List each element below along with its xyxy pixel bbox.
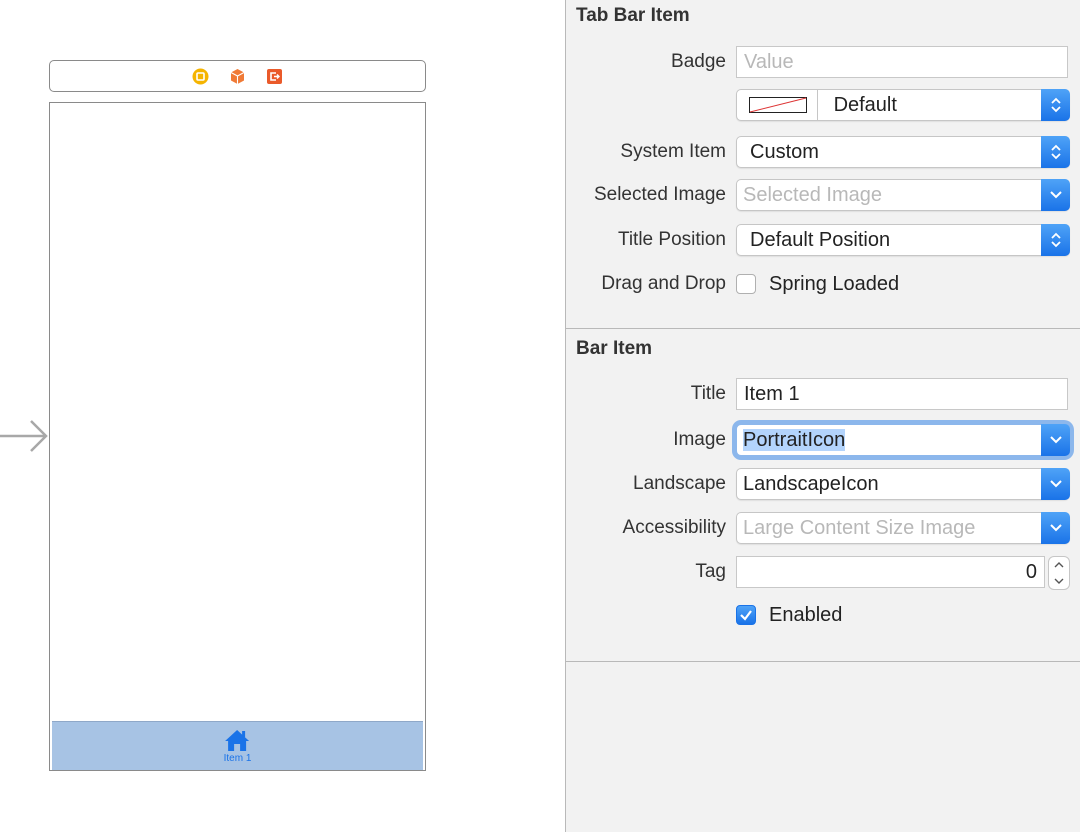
selected-image-row: Selected Image Selected Image [566, 179, 1080, 211]
title-position-row: Title Position Default Position [566, 224, 1080, 256]
tab-bar-item-label: Item 1 [223, 753, 252, 764]
tag-field[interactable]: 0 [736, 556, 1045, 588]
title-field[interactable]: Item 1 [736, 378, 1068, 410]
badge-color-value: Default [833, 94, 897, 116]
up-down-chevron-icon [1041, 136, 1070, 168]
system-item-popup[interactable]: Custom [736, 136, 1070, 168]
image-label: Image [673, 429, 726, 450]
view-controller-icon[interactable] [192, 68, 209, 85]
selected-image-placeholder: Selected Image [743, 184, 882, 206]
exit-icon[interactable] [266, 68, 283, 85]
scene-dock [49, 60, 426, 92]
title-row: Title Item 1 [566, 378, 1080, 410]
checkmark-icon [740, 610, 752, 621]
tab-bar-item[interactable]: Item 1 [223, 728, 252, 764]
accessibility-combo[interactable]: Large Content Size Image [736, 512, 1070, 544]
tag-label: Tag [695, 561, 726, 582]
title-position-popup[interactable]: Default Position [736, 224, 1070, 256]
initial-scene-arrow-icon [0, 420, 48, 452]
landscape-label: Landscape [633, 473, 726, 494]
landscape-row: Landscape LandscapeIcon [566, 468, 1080, 500]
view-controller-frame[interactable]: Item 1 [49, 102, 426, 771]
accessibility-label: Accessibility [622, 517, 726, 538]
tab-bar-item-section: Tab Bar Item Badge Value Default System … [566, 0, 1080, 329]
badge-field[interactable]: Value [736, 46, 1068, 78]
title-position-label: Title Position [617, 229, 726, 250]
enabled-row: Enabled [566, 599, 1080, 631]
badge-color-row: Default [566, 89, 1080, 121]
system-item-row: System Item Custom [566, 136, 1080, 168]
up-down-chevron-icon [1041, 89, 1070, 121]
accessibility-row: Accessibility Large Content Size Image [566, 512, 1080, 544]
spring-loaded-checkbox[interactable] [736, 274, 756, 294]
no-color-swatch-icon [749, 97, 807, 113]
chevron-down-icon[interactable] [1041, 468, 1070, 500]
bar-item-section: Bar Item Title Item 1 Image PortraitIcon… [566, 329, 1080, 662]
badge-color-popup[interactable]: Default [736, 89, 1070, 121]
section-header-bar-item: Bar Item [576, 338, 653, 359]
tab-bar[interactable]: Item 1 [52, 721, 423, 770]
landscape-value: LandscapeIcon [743, 473, 879, 495]
drag-and-drop-label: Drag and Drop [601, 273, 726, 294]
home-icon [225, 730, 250, 751]
tag-row: Tag 0 [566, 556, 1080, 590]
chevron-down-icon[interactable] [1041, 512, 1070, 544]
image-row: Image PortraitIcon [566, 424, 1080, 456]
accessibility-placeholder: Large Content Size Image [743, 517, 976, 539]
enabled-label[interactable]: Enabled [769, 599, 842, 631]
enabled-checkbox[interactable] [736, 605, 756, 625]
drag-and-drop-row: Drag and Drop Spring Loaded [566, 268, 1080, 300]
badge-row: Badge Value [566, 46, 1080, 78]
selected-image-label: Selected Image [593, 184, 726, 205]
color-swatch [737, 90, 818, 120]
first-responder-icon[interactable] [229, 68, 246, 85]
chevron-up-icon[interactable] [1054, 561, 1064, 569]
selected-image-combo[interactable]: Selected Image [736, 179, 1070, 211]
up-down-chevron-icon [1041, 224, 1070, 256]
system-item-label: System Item [620, 141, 726, 162]
storyboard-canvas: Item 1 [0, 0, 565, 832]
chevron-down-icon[interactable] [1041, 424, 1070, 456]
image-value: PortraitIcon [743, 429, 846, 451]
image-combo[interactable]: PortraitIcon [736, 424, 1070, 456]
section-header-tab-bar-item: Tab Bar Item [576, 5, 690, 26]
badge-label: Badge [671, 51, 726, 72]
chevron-down-icon[interactable] [1054, 577, 1064, 585]
title-label: Title [690, 383, 726, 404]
spring-loaded-label[interactable]: Spring Loaded [769, 268, 899, 300]
landscape-combo[interactable]: LandscapeIcon [736, 468, 1070, 500]
title-position-value: Default Position [750, 229, 891, 251]
attributes-inspector: Tab Bar Item Badge Value Default System … [565, 0, 1080, 832]
chevron-down-icon[interactable] [1041, 179, 1070, 211]
system-item-value: Custom [750, 141, 819, 163]
tag-stepper[interactable] [1048, 556, 1070, 590]
